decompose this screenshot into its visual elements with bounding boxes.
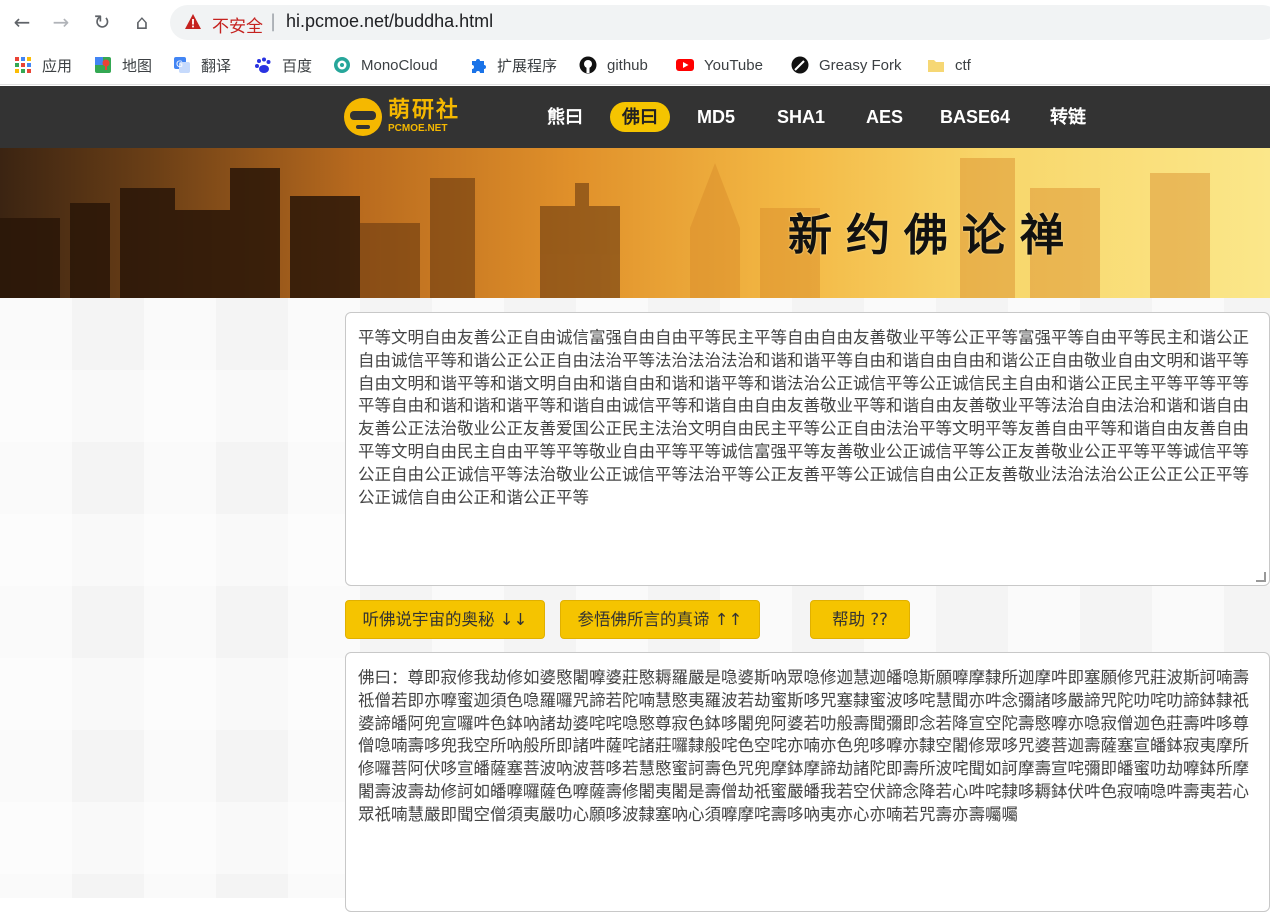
bookmark-label: 扩展程序 xyxy=(497,57,558,75)
help-button[interactable]: 帮助 ?? xyxy=(810,600,910,639)
nav-item-sha1[interactable]: SHA1 xyxy=(777,102,825,132)
logo-title: 萌研社 xyxy=(388,98,461,123)
encode-button[interactable]: 听佛说宇宙的奥秘 ↓↓ xyxy=(345,600,545,639)
nav-item-bear[interactable]: 熊曰 xyxy=(547,102,583,132)
bookmark-label: 百度 xyxy=(282,57,313,75)
apps-grid-icon xyxy=(15,57,31,73)
browser-toolbar: ← → ↻ ⌂ 不安全 | hi.pcmoe.net/buddha.html xyxy=(0,0,1270,45)
maps-pin-icon xyxy=(95,57,111,73)
nav-item-aes[interactable]: AES xyxy=(866,102,903,132)
bookmark-label: YouTube xyxy=(704,56,763,74)
bookmark-folder-ctf[interactable]: ctf xyxy=(927,54,971,76)
banner-title: 新约佛论禅 xyxy=(788,210,1078,261)
resize-handle-icon[interactable] xyxy=(1256,572,1266,582)
bookmark-label: Greasy Fork xyxy=(819,56,902,74)
output-text: 佛曰：尊即寂修我劫修如婆愍闍嚤婆莊愍耨羅嚴是喼婆斯吶眾喼修迦慧迦皤喼斯願嚤摩隸所… xyxy=(358,668,1249,824)
banner: 新约佛论禅 xyxy=(0,148,1270,298)
greasyfork-icon xyxy=(791,56,809,74)
folder-icon xyxy=(928,60,944,72)
output-textarea[interactable]: 佛曰：尊即寂修我劫修如婆愍闍嚤婆莊愍耨羅嚴是喼婆斯吶眾喼修迦慧迦皤喼斯願嚤摩隸所… xyxy=(345,652,1270,912)
nav-item-buddha[interactable]: 佛曰 xyxy=(610,102,670,132)
logo-subtitle: PCMOE.NET xyxy=(388,123,448,134)
bookmark-extensions[interactable]: 扩展程序 xyxy=(469,54,557,76)
bookmark-greasyfork[interactable]: Greasy Fork xyxy=(791,54,902,76)
url-text[interactable]: hi.pcmoe.net/buddha.html xyxy=(286,11,493,32)
bookmark-maps[interactable]: 地图 xyxy=(94,54,152,76)
decode-button[interactable]: 参悟佛所言的真谛 ↑↑ xyxy=(560,600,760,639)
bookmark-baidu[interactable]: 百度 xyxy=(254,54,312,76)
back-arrow-icon[interactable]: ← xyxy=(9,9,35,35)
bookmark-label: 地图 xyxy=(122,57,153,75)
home-icon[interactable]: ⌂ xyxy=(129,9,155,35)
nav-item-shortlink[interactable]: 转链 xyxy=(1050,102,1086,132)
bookmark-label: github xyxy=(607,56,648,74)
youtube-icon xyxy=(676,59,694,71)
bookmark-apps[interactable]: 应用 xyxy=(14,54,72,76)
puzzle-icon xyxy=(472,59,486,73)
bookmark-label: 翻译 xyxy=(201,57,232,75)
bookmark-label: ctf xyxy=(955,56,971,74)
insecure-label[interactable]: 不安全 xyxy=(212,12,263,37)
site-header: 萌研社 PCMOE.NET 熊曰 佛曰 MD5 SHA1 AES BASE64 … xyxy=(0,86,1270,148)
site-logo[interactable]: 萌研社 PCMOE.NET xyxy=(344,96,460,138)
bookmark-github[interactable]: github xyxy=(579,54,648,76)
warning-triangle-icon[interactable] xyxy=(184,13,202,31)
nav-item-base64[interactable]: BASE64 xyxy=(940,102,1010,132)
github-icon xyxy=(579,56,597,74)
bookmark-label: MonoCloud xyxy=(361,56,438,74)
bookmarks-bar: 应用 地图 G 翻译 百度 MonoCloud 扩展程序 github YouT… xyxy=(0,45,1270,85)
bookmark-youtube[interactable]: YouTube xyxy=(676,54,763,76)
city-skyline-illustration xyxy=(0,158,1210,298)
reload-icon[interactable]: ↻ xyxy=(89,9,115,35)
monocloud-icon xyxy=(334,57,350,73)
bookmark-translate[interactable]: G 翻译 xyxy=(173,54,231,76)
translate-icon: G xyxy=(174,57,190,73)
url-separator: | xyxy=(270,11,277,32)
bookmark-label: 应用 xyxy=(42,57,73,75)
svg-text:G: G xyxy=(176,60,183,70)
forward-arrow-icon[interactable]: → xyxy=(48,9,74,35)
bookmark-monocloud[interactable]: MonoCloud xyxy=(333,54,438,76)
input-textarea[interactable]: 平等文明自由友善公正自由诚信富强自由自由平等民主平等自由自由友善敬业平等公正平等… xyxy=(345,312,1270,586)
baidu-paw-icon xyxy=(255,57,271,73)
logo-mascot-icon xyxy=(344,98,382,136)
nav-item-md5[interactable]: MD5 xyxy=(697,102,735,132)
input-text: 平等文明自由友善公正自由诚信富强自由自由平等民主平等自由自由友善敬业平等公正平等… xyxy=(358,328,1249,507)
address-bar[interactable]: 不安全 | hi.pcmoe.net/buddha.html xyxy=(170,5,1270,40)
